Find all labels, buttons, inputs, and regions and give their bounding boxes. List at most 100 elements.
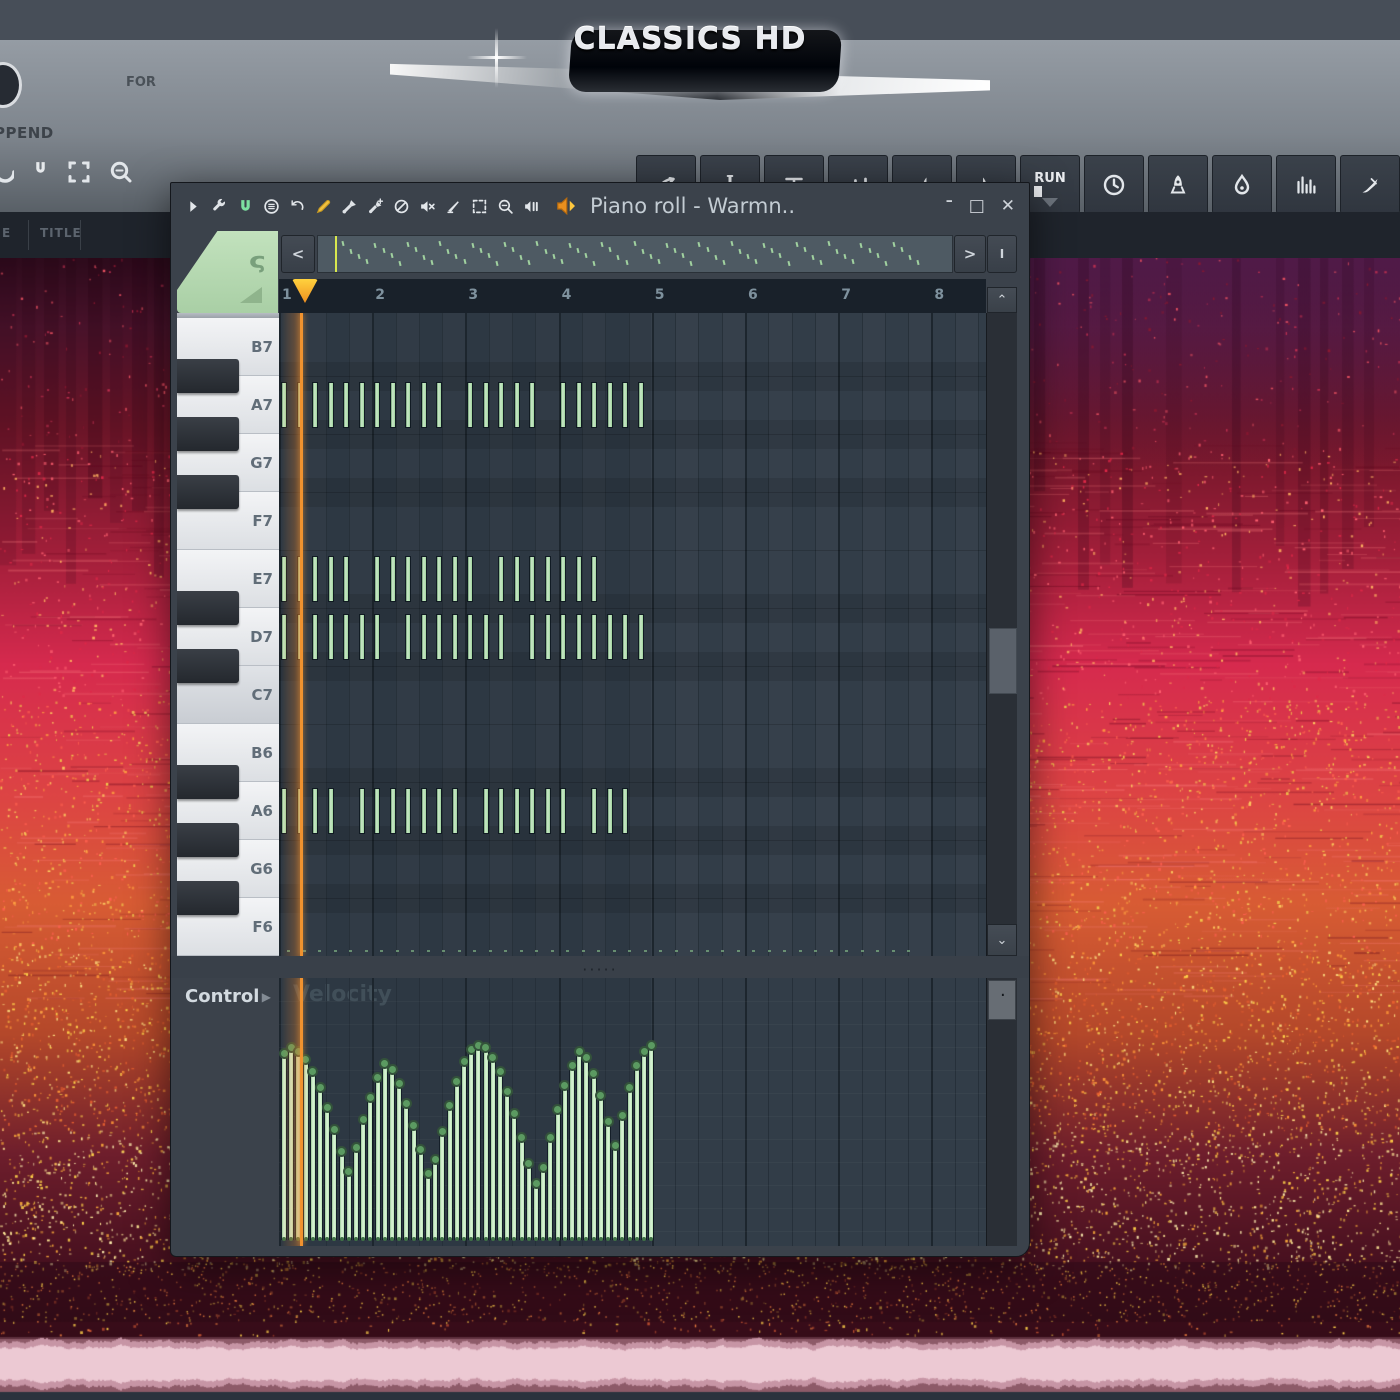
velocity-stem[interactable]: [347, 1171, 351, 1239]
velocity-stem[interactable]: [613, 1145, 617, 1239]
note[interactable]: [530, 789, 534, 833]
note[interactable]: [437, 615, 441, 659]
note[interactable]: [577, 383, 581, 427]
note[interactable]: [468, 383, 472, 427]
velocity-stem[interactable]: [570, 1065, 574, 1239]
velocity-cap[interactable]: [459, 1056, 470, 1067]
note[interactable]: [499, 789, 503, 833]
note[interactable]: [530, 383, 534, 427]
piano-key-black[interactable]: [177, 765, 239, 799]
piano-key-black[interactable]: [177, 591, 239, 625]
playback-icon[interactable]: [523, 198, 540, 215]
scroll-down-button[interactable]: ⌄: [987, 924, 1017, 956]
close-button[interactable]: ✕: [1001, 196, 1015, 216]
note[interactable]: [592, 383, 596, 427]
note[interactable]: [437, 789, 441, 833]
note[interactable]: [546, 789, 550, 833]
velocity-stem[interactable]: [354, 1147, 358, 1239]
velocity-cap[interactable]: [581, 1052, 592, 1063]
note[interactable]: [375, 789, 379, 833]
velocity-cap[interactable]: [495, 1066, 506, 1077]
toolbar-button-rocket[interactable]: [1148, 155, 1208, 214]
note[interactable]: [313, 615, 317, 659]
velocity-stem[interactable]: [577, 1051, 581, 1239]
note[interactable]: [561, 789, 565, 833]
scroll-end-button[interactable]: I: [987, 235, 1017, 273]
velocity-cap[interactable]: [538, 1162, 549, 1173]
undo-icon[interactable]: [289, 198, 306, 215]
note[interactable]: [484, 383, 488, 427]
velocity-stem[interactable]: [440, 1131, 444, 1239]
velocity-stem[interactable]: [419, 1149, 423, 1239]
velocity-stem[interactable]: [455, 1081, 459, 1239]
velocity-stem[interactable]: [462, 1061, 466, 1239]
lane-splitter[interactable]: ·····: [171, 956, 1029, 978]
velocity-cap[interactable]: [509, 1108, 520, 1119]
note[interactable]: [515, 383, 519, 427]
note[interactable]: [391, 789, 395, 833]
note[interactable]: [406, 383, 410, 427]
piano-key-black[interactable]: [177, 475, 239, 509]
velocity-cap[interactable]: [617, 1110, 628, 1121]
velocity-stem[interactable]: [606, 1121, 610, 1239]
velocity-lane[interactable]: Velocity: [279, 978, 986, 1246]
note[interactable]: [530, 557, 534, 601]
pencil-icon[interactable]: [315, 198, 332, 215]
slash-icon[interactable]: [393, 198, 410, 215]
velocity-cap[interactable]: [516, 1132, 527, 1143]
velocity-stem[interactable]: [469, 1049, 473, 1239]
note[interactable]: [391, 557, 395, 601]
note[interactable]: [561, 383, 565, 427]
velocity-cap[interactable]: [588, 1068, 599, 1079]
note[interactable]: [546, 615, 550, 659]
note[interactable]: [608, 383, 612, 427]
note[interactable]: [608, 789, 612, 833]
note[interactable]: [329, 383, 333, 427]
note[interactable]: [561, 557, 565, 601]
velocity-cap[interactable]: [531, 1178, 542, 1189]
note[interactable]: [422, 383, 426, 427]
note[interactable]: [592, 615, 596, 659]
note-grid[interactable]: [279, 313, 986, 956]
velocity-stem[interactable]: [383, 1063, 387, 1239]
velocity-stem[interactable]: [484, 1047, 488, 1239]
velocity-cap[interactable]: [603, 1116, 614, 1127]
velocity-cap[interactable]: [552, 1104, 563, 1115]
note[interactable]: [329, 557, 333, 601]
note[interactable]: [406, 789, 410, 833]
velocity-stem[interactable]: [397, 1083, 401, 1239]
note[interactable]: [592, 557, 596, 601]
note[interactable]: [375, 383, 379, 427]
note[interactable]: [577, 557, 581, 601]
note[interactable]: [360, 615, 364, 659]
timeline-preview-strip[interactable]: [317, 235, 953, 273]
velocity-cap[interactable]: [487, 1052, 498, 1063]
note[interactable]: [623, 615, 627, 659]
note[interactable]: [344, 383, 348, 427]
velocity-stem[interactable]: [642, 1051, 646, 1239]
scroll-up-button[interactable]: ⌃: [987, 287, 1017, 313]
piano-roll-titlebar[interactable]: Piano roll - Warmn.. – □ ✕: [171, 183, 1029, 229]
velocity-cap[interactable]: [423, 1168, 434, 1179]
note[interactable]: [453, 615, 457, 659]
playhead-marker[interactable]: [292, 279, 318, 303]
note[interactable]: [468, 557, 472, 601]
note[interactable]: [406, 615, 410, 659]
velocity-cap[interactable]: [315, 1082, 326, 1093]
velocity-stem[interactable]: [448, 1105, 452, 1239]
velocity-stem[interactable]: [368, 1097, 372, 1239]
note[interactable]: [422, 557, 426, 601]
note[interactable]: [484, 789, 488, 833]
velocity-stem[interactable]: [512, 1113, 516, 1239]
velocity-cap[interactable]: [401, 1098, 412, 1109]
note[interactable]: [344, 615, 348, 659]
velocity-stem[interactable]: [340, 1151, 344, 1239]
note[interactable]: [391, 383, 395, 427]
velocity-stem[interactable]: [649, 1045, 653, 1239]
velocity-cap[interactable]: [322, 1102, 333, 1113]
paint-icon[interactable]: [341, 198, 358, 215]
piano-key-black[interactable]: [177, 823, 239, 857]
velocity-cap[interactable]: [444, 1100, 455, 1111]
piano-keyboard[interactable]: B7A7G7F7E7D7C7B6A6G6F6: [177, 313, 279, 956]
velocity-cap[interactable]: [437, 1126, 448, 1137]
